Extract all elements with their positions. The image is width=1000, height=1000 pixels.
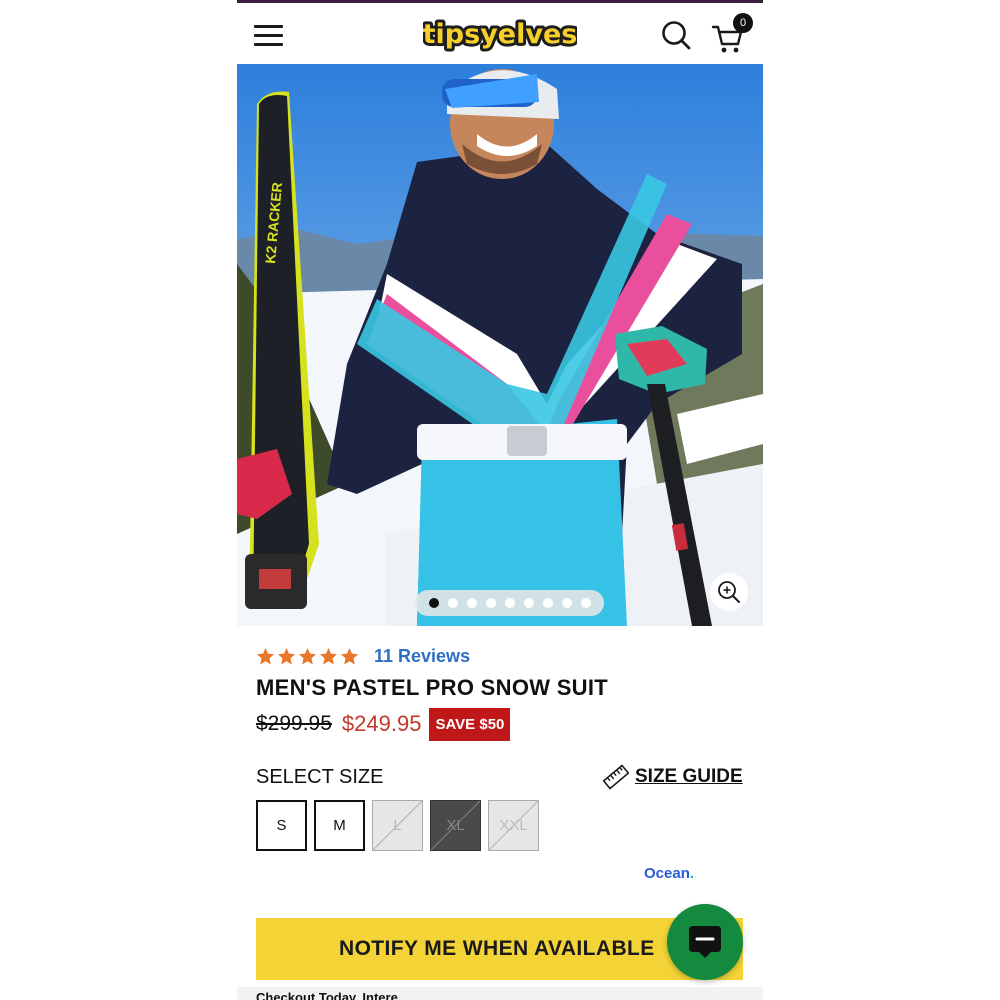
zoom-in-icon (718, 581, 740, 603)
carousel-dot[interactable] (580, 598, 591, 608)
price-row: $299.95 $249.95 SAVE $50 (256, 707, 511, 741)
carousel-dot[interactable] (428, 598, 439, 608)
size-label: XXL (499, 817, 528, 834)
product-image-carousel[interactable]: K2 RACKER (237, 64, 763, 626)
product-title: MEN'S PASTEL PRO SNOW SUIT (256, 675, 609, 700)
search-icon[interactable] (661, 19, 691, 51)
carousel-dot[interactable] (485, 598, 496, 608)
chat-icon (689, 926, 721, 958)
select-size-label: SELECT SIZE (256, 766, 384, 788)
carousel-dot[interactable] (447, 598, 458, 608)
star-icon (319, 647, 338, 664)
tipsy-elves-logo[interactable]: tipsyelves tipsyelves (423, 9, 577, 57)
reviews-link[interactable]: 11 Reviews (374, 646, 470, 667)
zoom-button[interactable] (710, 573, 748, 611)
size-label: L (393, 817, 402, 834)
ocean-badge: Ocean. (644, 865, 695, 882)
chat-button[interactable] (667, 904, 743, 980)
checkout-promo-text: Checkout Today, Intere... (256, 990, 409, 1000)
product-page: tipsyelves tipsyelves 0 K2 RACKER 11 Rev… (237, 0, 763, 1000)
carousel-pagination (415, 590, 604, 616)
size-option-xl[interactable]: XL (430, 800, 481, 851)
product-rating: 11 Reviews (256, 645, 470, 667)
svg-text:tipsyelves: tipsyelves (423, 19, 577, 50)
save-badge: SAVE $50 (429, 707, 511, 741)
ruler-icon (603, 764, 629, 790)
carousel-dot[interactable] (466, 598, 477, 608)
size-option-m[interactable]: M (314, 800, 365, 851)
size-guide-label: SIZE GUIDE (635, 766, 743, 787)
carousel-dot[interactable] (561, 598, 572, 608)
size-options: S M L XL XXL (256, 800, 539, 851)
ocean-badge-label: Ocean (644, 865, 690, 882)
menu-button[interactable] (254, 23, 284, 47)
size-option-xxl[interactable]: XXL (488, 800, 539, 851)
carousel-dot[interactable] (523, 598, 534, 608)
original-price: $299.95 (256, 712, 332, 735)
sale-price: $249.95 (341, 711, 422, 736)
star-icon (277, 647, 296, 664)
size-label: XL (446, 817, 465, 834)
carousel-dot[interactable] (504, 598, 515, 608)
site-header: tipsyelves tipsyelves 0 (237, 3, 763, 64)
size-option-l[interactable]: L (372, 800, 423, 851)
star-icon (298, 647, 317, 664)
star-icon (256, 647, 275, 664)
product-photo: K2 RACKER (237, 64, 763, 626)
cart-count-badge: 0 (733, 13, 753, 33)
size-guide-link[interactable]: SIZE GUIDE (603, 763, 743, 791)
cart-button[interactable]: 0 (711, 13, 753, 53)
carousel-dot[interactable] (542, 598, 553, 608)
star-icon (340, 647, 359, 664)
size-label: M (333, 817, 346, 834)
size-label: S (276, 817, 287, 834)
size-option-s[interactable]: S (256, 800, 307, 851)
